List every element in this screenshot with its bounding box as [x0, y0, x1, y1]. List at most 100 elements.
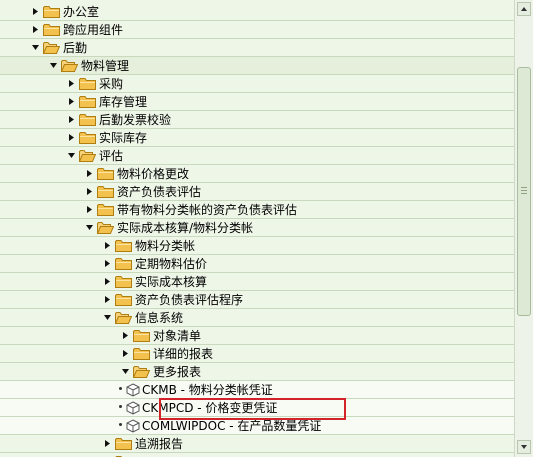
triangle-right-icon[interactable] [121, 349, 130, 358]
tree-item-label: 采购 [99, 77, 124, 91]
triangle-down-icon[interactable] [121, 367, 130, 376]
folder-icon [133, 348, 150, 360]
tree-item-label: 物料管理 [81, 59, 130, 73]
tree-item-label: 后勤 [63, 41, 88, 55]
triangle-right-icon[interactable] [31, 7, 40, 16]
folder-icon [79, 150, 96, 162]
folder-icon [115, 240, 132, 252]
tree-leaf-item[interactable]: CKMB - 物料分类帐凭证 [0, 381, 514, 399]
tree-folder-item[interactable]: 后勤 [0, 39, 514, 57]
tree-item-label: 库存管理 [99, 95, 148, 109]
folder-icon [97, 186, 114, 198]
tree-folder-item[interactable]: 详细的报表 [0, 345, 514, 363]
vertical-scrollbar[interactable] [514, 0, 533, 457]
folder-icon [97, 204, 114, 216]
tree-folder-item[interactable]: 实际库存 [0, 129, 514, 147]
triangle-right-icon[interactable] [103, 295, 112, 304]
tree-item-label: 物料分类帐 [135, 239, 196, 253]
tree-folder-item[interactable]: 定期物料估价 [0, 255, 514, 273]
tree-folder-item[interactable]: 带有物料分类帐的资产负债表评估 [0, 201, 514, 219]
folder-icon [133, 330, 150, 342]
tree-folder-item[interactable]: 信息系统 [0, 309, 514, 327]
tree-item-label: 资产负债表评估 [117, 185, 202, 199]
tree-folder-item[interactable]: 实际成本核算 [0, 273, 514, 291]
tree-item-label: COMLWIPDOC - 在产品数量凭证 [142, 419, 322, 433]
triangle-right-icon[interactable] [103, 259, 112, 268]
folder-icon [115, 312, 132, 324]
tree-item-label: 定期物料估价 [135, 257, 208, 271]
tree-folder-item[interactable]: 跨应用组件 [0, 21, 514, 39]
triangle-down-icon[interactable] [103, 313, 112, 322]
tree-folder-item[interactable]: 库存管理 [0, 93, 514, 111]
folder-icon [79, 96, 96, 108]
folder-icon [115, 258, 132, 270]
folder-icon [61, 60, 78, 72]
cube-icon [126, 383, 140, 397]
triangle-right-icon[interactable] [103, 439, 112, 448]
triangle-right-icon[interactable] [103, 277, 112, 286]
tree-item-label: 实际成本核算 [135, 275, 208, 289]
tree-folder-item[interactable]: 物料分类帐 [0, 237, 514, 255]
triangle-right-icon[interactable] [121, 331, 130, 340]
tree-folder-item[interactable]: 物料价格更改 [0, 165, 514, 183]
triangle-down-icon[interactable] [85, 223, 94, 232]
tree-folder-item[interactable]: 实际成本核算/物料分类帐 [0, 219, 514, 237]
tree-item-label: 信息系统 [135, 311, 184, 325]
tree-item-label: 实际成本核算/物料分类帐 [117, 221, 254, 235]
triangle-right-icon[interactable] [67, 133, 76, 142]
arrow-down-icon [521, 445, 527, 449]
tree-folder-item[interactable] [0, 453, 514, 457]
tree-item-label: 物料价格更改 [117, 167, 190, 181]
tree-item-label: 办公室 [63, 5, 100, 19]
triangle-down-icon[interactable] [67, 151, 76, 160]
navigation-tree: 办公室 跨应用组件 后勤 物料管理 采购 库存管理 后勤发票校验 实际库存 评估 物料价格更改 资产… [0, 0, 514, 457]
arrow-up-icon [521, 7, 527, 11]
tree-item-label: 实际库存 [99, 131, 148, 145]
tree-folder-item[interactable]: 对象清单 [0, 327, 514, 345]
triangle-down-icon[interactable] [31, 43, 40, 52]
folder-icon [115, 294, 132, 306]
tree-folder-item[interactable]: 采购 [0, 75, 514, 93]
triangle-down-icon[interactable] [49, 61, 58, 70]
scroll-down-button[interactable] [517, 440, 531, 454]
tree-item-label: 后勤发票校验 [99, 113, 172, 127]
triangle-right-icon[interactable] [85, 187, 94, 196]
folder-icon [43, 42, 60, 54]
bullet-icon [119, 423, 122, 426]
triangle-right-icon[interactable] [31, 25, 40, 34]
tree-item-label: 跨应用组件 [63, 23, 124, 37]
triangle-right-icon[interactable] [85, 169, 94, 178]
triangle-right-icon[interactable] [67, 97, 76, 106]
tree-folder-item[interactable]: 资产负债表评估 [0, 183, 514, 201]
tree-folder-item[interactable]: 更多报表 [0, 363, 514, 381]
tree-folder-item[interactable]: 物料管理 [0, 57, 514, 75]
folder-icon [97, 222, 114, 234]
triangle-right-icon[interactable] [103, 241, 112, 250]
folder-icon [115, 276, 132, 288]
tree-folder-item[interactable]: 办公室 [0, 3, 514, 21]
tree-item-label: 对象清单 [153, 329, 202, 343]
tree-folder-item[interactable]: 资产负债表评估程序 [0, 291, 514, 309]
folder-icon [43, 6, 60, 18]
tree-item-label: 详细的报表 [153, 347, 214, 361]
tree-item-label: 追溯报告 [135, 437, 184, 451]
triangle-right-icon[interactable] [67, 115, 76, 124]
tree-item-label: 更多报表 [153, 365, 202, 379]
triangle-right-icon[interactable] [85, 205, 94, 214]
folder-icon [43, 24, 60, 36]
folder-icon [79, 78, 96, 90]
tree-item-label: 带有物料分类帐的资产负债表评估 [117, 203, 298, 217]
tree-folder-item[interactable]: 追溯报告 [0, 435, 514, 453]
highlight-box [159, 398, 346, 420]
tree-folder-item[interactable]: 评估 [0, 147, 514, 165]
tree-item-label: 资产负债表评估程序 [135, 293, 244, 307]
scroll-up-button[interactable] [517, 2, 531, 16]
folder-icon [133, 366, 150, 378]
bullet-icon [119, 387, 122, 390]
tree-folder-item[interactable]: 后勤发票校验 [0, 111, 514, 129]
tree-item-label: CKMB - 物料分类帐凭证 [142, 383, 273, 397]
triangle-right-icon[interactable] [67, 79, 76, 88]
folder-icon [115, 438, 132, 450]
scroll-thumb[interactable] [517, 67, 531, 316]
folder-icon [79, 114, 96, 126]
